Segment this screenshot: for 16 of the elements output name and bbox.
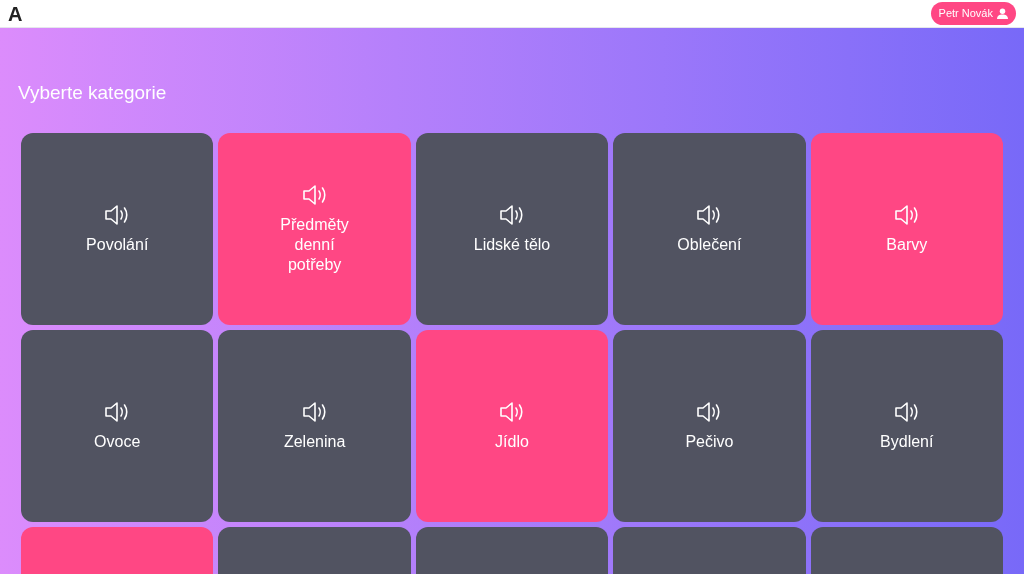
speaker-icon [893,202,920,227]
category-tile[interactable]: Lidské tělo [415,132,609,325]
user-icon [997,8,1008,19]
category-tile[interactable]: Ovoce [21,329,214,522]
category-tile[interactable]: Oblečení [613,132,806,325]
category-tile[interactable]: Pečivo [613,329,806,522]
page-title: Vyberte kategorie [18,81,168,105]
logo[interactable]: A [8,0,23,28]
speaker-icon [893,399,920,424]
category-tile[interactable]: Povolání [21,132,214,325]
speaker-icon [499,202,525,227]
speaker-icon [301,182,328,207]
category-tile[interactable]: Bydlení [810,329,1003,522]
category-tile[interactable]: Zelenina [218,329,411,522]
speaker-icon [499,399,525,424]
speaker-icon [301,399,328,424]
